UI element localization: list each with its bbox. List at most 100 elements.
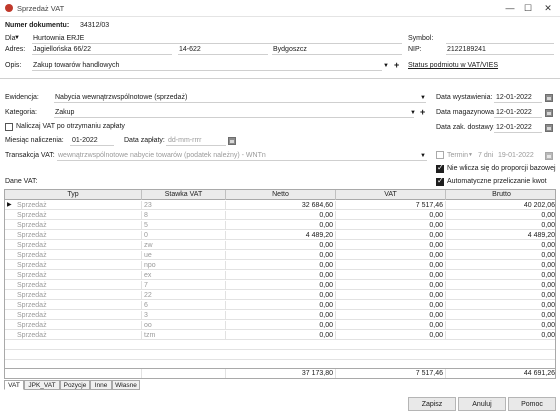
brutto-cell[interactable]: 0,00: [446, 211, 555, 220]
netto-cell[interactable]: 0,00: [226, 211, 336, 220]
brutto-cell[interactable]: 0,00: [446, 281, 555, 290]
termin-days[interactable]: 7 dni: [478, 152, 493, 159]
data-zak-field[interactable]: 12-01-2022: [494, 123, 542, 133]
data-mag-calendar-icon[interactable]: [545, 109, 553, 117]
table-row[interactable]: Sprzedaż 0 4 489,20 0,00 4 489,20: [5, 231, 555, 240]
tab-jpk-vat[interactable]: JPK_VAT: [24, 380, 60, 390]
brutto-cell[interactable]: 0,00: [446, 331, 555, 340]
termin-checkbox[interactable]: [436, 151, 444, 159]
vat-cell[interactable]: 0,00: [336, 231, 446, 240]
dla-dropdown-icon[interactable]: ▼: [14, 35, 20, 41]
typ-cell[interactable]: Sprzedaż: [5, 241, 142, 250]
table-row[interactable]: Sprzedaż 3 0,00 0,00 0,00: [5, 311, 555, 320]
data-wyst-calendar-icon[interactable]: [545, 94, 553, 102]
netto-cell[interactable]: 0,00: [226, 291, 336, 300]
brutto-cell[interactable]: 0,00: [446, 241, 555, 250]
tab-inne[interactable]: Inne: [90, 380, 112, 390]
street-field[interactable]: Jagiellońska 66/22: [32, 45, 172, 55]
miesiac-field[interactable]: 01-2022: [70, 136, 114, 146]
termin-label[interactable]: Termin: [447, 152, 468, 159]
table-row[interactable]: Sprzedaż zw 0,00 0,00 0,00: [5, 241, 555, 250]
maximize-icon[interactable]: ☐: [521, 2, 535, 14]
transakcja-dropdown-icon[interactable]: ▼: [420, 153, 426, 159]
stawka-cell[interactable]: 3: [142, 311, 226, 320]
brutto-cell[interactable]: 0,00: [446, 291, 555, 300]
dla-field[interactable]: Hurtownia ERJE: [32, 34, 402, 44]
col-header-stawka[interactable]: Stawka VAT: [142, 190, 226, 200]
brutto-cell[interactable]: 4 489,20: [446, 231, 555, 240]
nip-field[interactable]: 2122189241: [446, 45, 554, 55]
typ-cell[interactable]: Sprzedaż: [5, 311, 142, 320]
table-row[interactable]: Sprzedaż ex 0,00 0,00 0,00: [5, 271, 555, 280]
brutto-cell[interactable]: 0,00: [446, 311, 555, 320]
vat-cell[interactable]: 0,00: [336, 301, 446, 310]
typ-cell[interactable]: Sprzedaż: [5, 211, 142, 220]
typ-cell[interactable]: Sprzedaż: [5, 281, 142, 290]
stawka-cell[interactable]: 5: [142, 221, 226, 230]
symbol-field[interactable]: [446, 34, 554, 44]
help-button[interactable]: Pomoc: [508, 397, 556, 411]
table-row[interactable]: Sprzedaż ue 0,00 0,00 0,00: [5, 251, 555, 260]
vat-cell[interactable]: 0,00: [336, 281, 446, 290]
save-button[interactable]: Zapisz: [408, 397, 456, 411]
col-header-brutto[interactable]: Brutto: [446, 190, 555, 200]
tab-vat[interactable]: VAT: [4, 380, 24, 390]
stawka-cell[interactable]: 6: [142, 301, 226, 310]
city-field[interactable]: Bydgoszcz: [272, 45, 402, 55]
netto-cell[interactable]: 0,00: [226, 251, 336, 260]
table-row[interactable]: Sprzedaż oo 0,00 0,00 0,00: [5, 321, 555, 330]
auto-przeliczanie-checkbox[interactable]: [436, 176, 444, 186]
typ-cell[interactable]: Sprzedaż: [5, 251, 142, 260]
col-header-typ[interactable]: Typ: [5, 190, 142, 200]
kategoria-add-icon[interactable]: +: [420, 108, 425, 117]
vat-cell[interactable]: 0,00: [336, 321, 446, 330]
stawka-cell[interactable]: oo: [142, 321, 226, 330]
netto-cell[interactable]: 0,00: [226, 261, 336, 270]
table-row[interactable]: Sprzedaż tzm 0,00 0,00 0,00: [5, 331, 555, 340]
col-header-vat[interactable]: VAT: [336, 190, 446, 200]
stawka-cell[interactable]: 7: [142, 281, 226, 290]
stawka-cell[interactable]: 8: [142, 211, 226, 220]
stawka-cell[interactable]: npo: [142, 261, 226, 270]
brutto-cell[interactable]: 40 202,06: [446, 201, 555, 210]
termin-calendar-icon[interactable]: [545, 152, 553, 160]
cancel-button[interactable]: Anuluj: [458, 397, 506, 411]
stawka-cell[interactable]: 22: [142, 291, 226, 300]
table-row[interactable]: [5, 351, 555, 360]
tab-wlasne[interactable]: Własne: [112, 380, 140, 390]
opis-add-icon[interactable]: +: [394, 61, 399, 70]
vat-cell[interactable]: 7 517,46: [336, 201, 446, 210]
data-zak-calendar-icon[interactable]: [545, 124, 553, 132]
table-row[interactable]: Sprzedaż 23 32 684,60 7 517,46 40 202,06 ▶: [5, 201, 555, 210]
stawka-cell[interactable]: ex: [142, 271, 226, 280]
termin-dropdown-icon[interactable]: ▼: [468, 152, 473, 158]
stawka-cell[interactable]: 23: [142, 201, 226, 210]
vat-cell[interactable]: 0,00: [336, 221, 446, 230]
typ-cell[interactable]: Sprzedaż: [5, 261, 142, 270]
stawka-cell[interactable]: tzm: [142, 331, 226, 340]
typ-cell[interactable]: Sprzedaż: [5, 231, 142, 240]
close-icon[interactable]: ✕: [541, 2, 555, 14]
brutto-cell[interactable]: 0,00: [446, 251, 555, 260]
stawka-cell[interactable]: zw: [142, 241, 226, 250]
vat-cell[interactable]: 0,00: [336, 211, 446, 220]
nie-wlicza-checkbox[interactable]: [436, 163, 444, 173]
table-row[interactable]: Sprzedaż npo 0,00 0,00 0,00: [5, 261, 555, 270]
typ-cell[interactable]: Sprzedaż: [5, 291, 142, 300]
tab-pozycje[interactable]: Pozycje: [60, 380, 90, 390]
termin-date[interactable]: 19-01-2022: [498, 152, 534, 159]
typ-cell[interactable]: Sprzedaż: [5, 221, 142, 230]
typ-cell[interactable]: Sprzedaż: [5, 201, 142, 210]
netto-cell[interactable]: 0,00: [226, 241, 336, 250]
netto-cell[interactable]: 0,00: [226, 321, 336, 330]
table-row[interactable]: Sprzedaż 8 0,00 0,00 0,00: [5, 211, 555, 220]
postal-field[interactable]: 14-622: [178, 45, 268, 55]
vat-cell[interactable]: 0,00: [336, 241, 446, 250]
data-zaplaty-field[interactable]: dd-mm-rrrr: [166, 136, 226, 146]
vat-cell[interactable]: 0,00: [336, 261, 446, 270]
netto-cell[interactable]: 4 489,20: [226, 231, 336, 240]
vat-cell[interactable]: 0,00: [336, 271, 446, 280]
typ-cell[interactable]: Sprzedaż: [5, 321, 142, 330]
data-mag-field[interactable]: 12-01-2022: [494, 108, 542, 118]
vat-table[interactable]: Typ Stawka VAT Netto VAT Brutto Sprzedaż…: [4, 189, 556, 379]
